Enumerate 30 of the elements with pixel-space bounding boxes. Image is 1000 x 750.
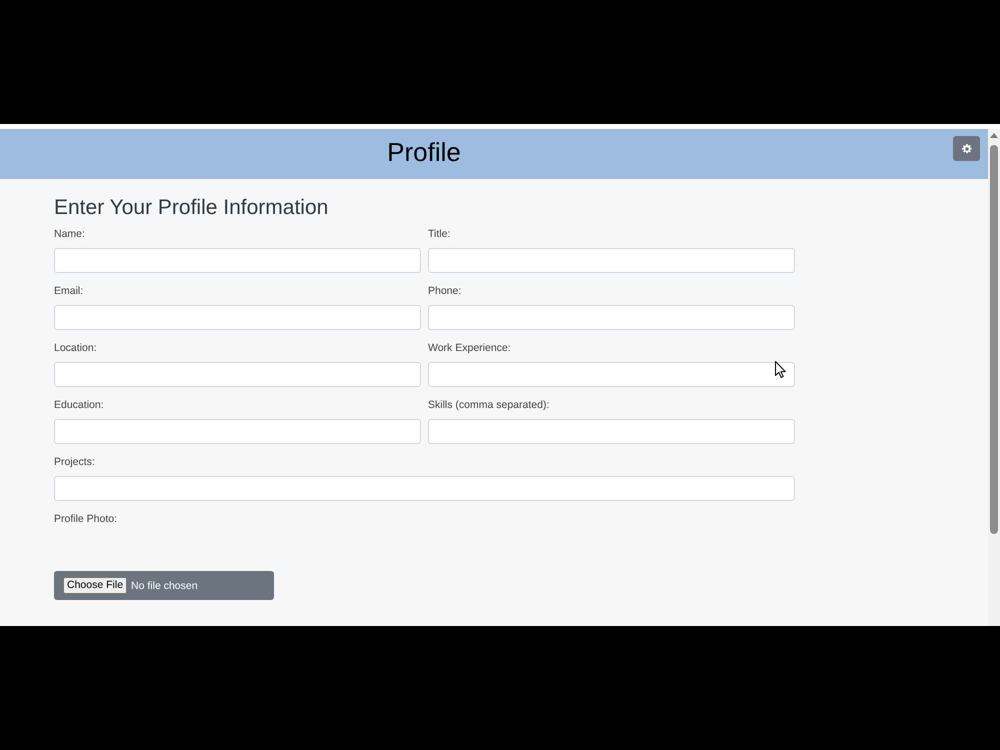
input-field[interactable] (54, 419, 421, 444)
form-heading: Enter Your Profile Information (54, 195, 328, 221)
field-label: Work Experience: (428, 341, 511, 355)
field-label: Profile Photo: (54, 512, 118, 526)
input-field[interactable] (428, 362, 795, 387)
input-field[interactable] (428, 248, 795, 273)
field-label: Phone: (428, 284, 462, 298)
input-field[interactable] (428, 305, 795, 330)
input-field[interactable] (54, 362, 421, 387)
settings-button[interactable] (953, 136, 980, 161)
field-label: Title: (428, 227, 450, 241)
pointer-cursor-icon (775, 361, 786, 378)
input-field[interactable] (54, 476, 795, 501)
field-label: Location: (54, 341, 97, 355)
input-field[interactable] (54, 248, 421, 273)
choose-file-button[interactable]: Choose File (63, 577, 128, 594)
input-field[interactable] (428, 419, 795, 444)
scrollbar-track[interactable] (988, 129, 1000, 626)
scroll-up-arrow-icon[interactable] (990, 133, 998, 138)
field-label: Name: (54, 227, 85, 241)
gear-icon (962, 144, 972, 154)
field-label: Email: (54, 284, 84, 298)
field-label: Skills (comma separated): (428, 398, 550, 412)
file-input[interactable]: Choose File No file chosen (54, 571, 274, 600)
file-status-text: No file chosen (131, 580, 198, 592)
page-title: Profile (387, 136, 461, 169)
input-field[interactable] (54, 305, 421, 330)
field-label: Education: (54, 398, 104, 412)
field-label: Projects: (54, 455, 95, 469)
scrollbar-thumb[interactable] (990, 145, 998, 534)
